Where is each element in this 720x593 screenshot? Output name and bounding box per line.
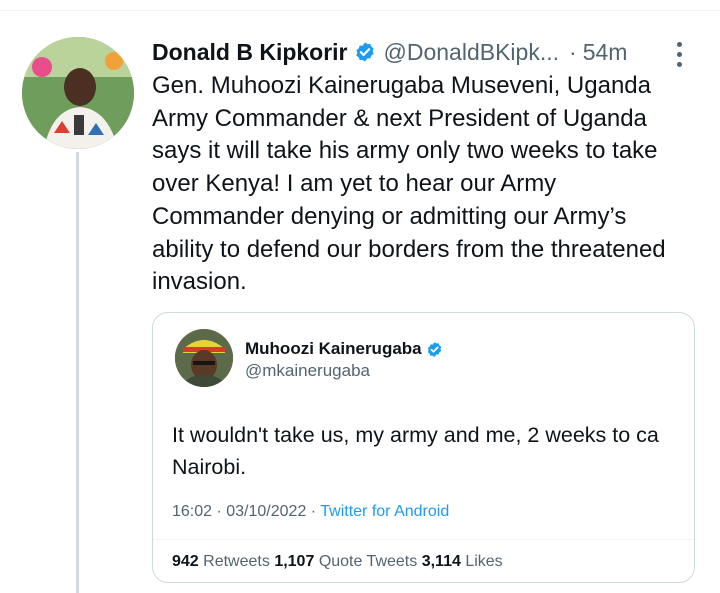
quote-tweets-stat[interactable]: 1,107 Quote Tweets	[274, 553, 417, 570]
tweet-header: Donald B Kipkorir @DonaldBKipk... · 54m	[152, 36, 627, 68]
quoted-stats: 942 Retweets 1,107 Quote Tweets 3,114 Li…	[172, 553, 503, 571]
retweets-label: Retweets	[203, 553, 270, 570]
quote-tweets-label: Quote Tweets	[318, 553, 418, 570]
quoted-text-line: It wouldn't take us, my army and me, 2 w…	[172, 423, 659, 447]
quoted-author-avatar[interactable]	[175, 329, 233, 387]
quoted-meta: 16:02 · 03/10/2022 · Twitter for Android	[172, 503, 449, 521]
tweet-text-line: ability to defend our borders from the t…	[152, 235, 666, 263]
quoted-timestamp[interactable]: 16:02 · 03/10/2022 ·	[172, 503, 316, 520]
more-options-icon[interactable]	[666, 38, 692, 70]
quoted-divider	[153, 539, 694, 540]
quoted-text-line: Nairobi.	[172, 455, 247, 479]
quoted-source-link[interactable]: Twitter for Android	[320, 503, 449, 520]
quoted-header: Muhoozi Kainerugaba	[245, 339, 443, 359]
retweets-count: 942	[172, 553, 199, 570]
quoted-avatar-photo	[175, 329, 233, 387]
retweets-stat[interactable]: 942 Retweets	[172, 553, 270, 570]
tweet-text-line: invasion.	[152, 268, 247, 296]
likes-label: Likes	[465, 553, 503, 570]
avatar-photo	[22, 37, 134, 149]
tweet-text-line: says it will take his army only two week…	[152, 137, 658, 165]
tweet-text-line: Army Commander & next President of Ugand…	[152, 104, 647, 132]
likes-stat[interactable]: 3,114 Likes	[422, 553, 503, 570]
thread-line	[76, 152, 79, 593]
tweet-time[interactable]: 54m	[583, 39, 628, 66]
tweet-text: Gen. Muhoozi Kainerugaba Museveni, Ugand…	[152, 70, 707, 299]
tweet-text-line: Commander denying or admitting our Army’…	[152, 202, 627, 230]
quoted-verified-badge-icon	[427, 341, 441, 357]
top-divider	[0, 10, 720, 11]
quoted-tweet-text: It wouldn't take us, my army and me, 2 w…	[172, 419, 659, 483]
likes-count: 3,114	[421, 553, 461, 570]
author-display-name[interactable]: Donald B Kipkorir	[152, 39, 348, 66]
author-handle[interactable]: @DonaldBKipk...	[384, 39, 560, 66]
header-separator: ·	[569, 38, 577, 65]
quoted-handle[interactable]: @mkainerugaba	[245, 361, 370, 381]
tweet-text-line: Gen. Muhoozi Kainerugaba Museveni, Ugand…	[152, 72, 651, 99]
author-avatar[interactable]	[22, 37, 134, 149]
verified-badge-icon	[355, 42, 374, 62]
quote-tweets-count: 1,107	[274, 553, 315, 570]
tweet-text-line: over Kenya! I am yet to hear our Army	[152, 170, 557, 198]
quoted-display-name[interactable]: Muhoozi Kainerugaba	[245, 339, 422, 359]
quoted-tweet-card[interactable]: Muhoozi Kainerugaba @mkainerugaba It wou…	[152, 312, 695, 583]
